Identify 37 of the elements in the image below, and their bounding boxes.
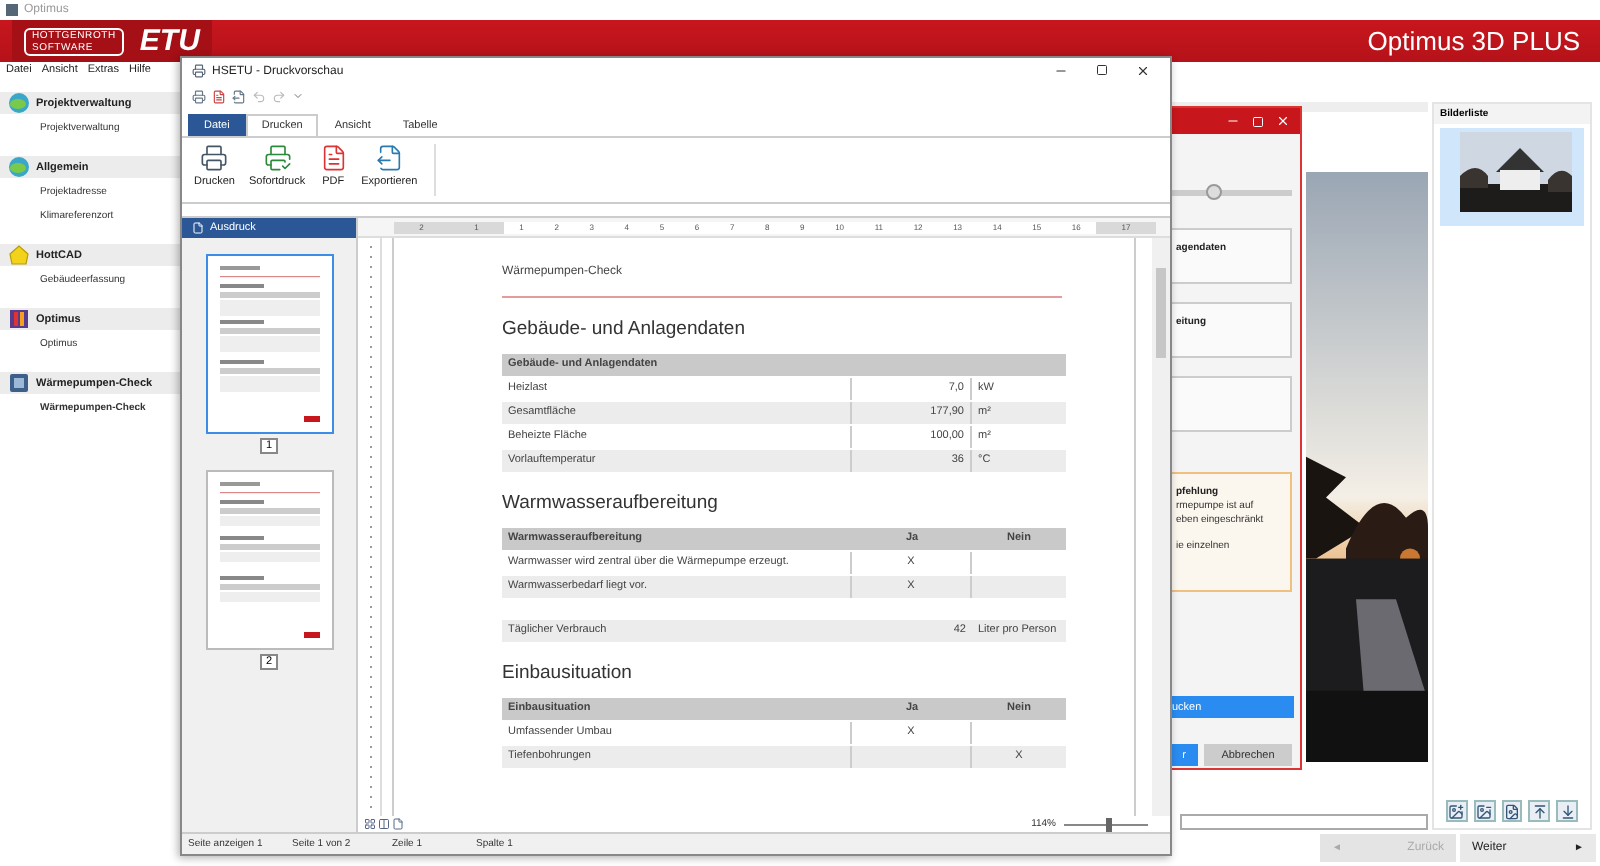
printer-icon <box>200 144 229 172</box>
app-icon <box>6 4 18 16</box>
page-icon[interactable] <box>392 818 404 830</box>
slider-thumb[interactable] <box>1206 184 1223 200</box>
globe-icon <box>8 92 30 114</box>
view-icon[interactable] <box>378 818 390 830</box>
product-name: Optimus 3D PLUS <box>1367 26 1580 56</box>
export-icon[interactable] <box>232 89 246 103</box>
minimize-icon[interactable] <box>1226 114 1240 128</box>
remove-picture-button[interactable] <box>1473 800 1496 822</box>
logo-mark: ETU <box>139 24 200 58</box>
globe-icon <box>8 156 30 178</box>
section-heading: Einbausituation <box>502 662 634 684</box>
book-icon <box>8 308 30 330</box>
move-down-button[interactable] <box>1556 800 1578 822</box>
picture-file-button[interactable] <box>1501 800 1523 822</box>
pdf-file-icon[interactable] <box>212 89 226 103</box>
printer-check-icon <box>263 144 292 172</box>
device-icon <box>8 372 30 394</box>
section-heading: Warmwasseraufbereitung <box>502 492 720 514</box>
close-icon[interactable] <box>1136 64 1150 78</box>
view-icon[interactable] <box>364 818 376 830</box>
printer-icon[interactable] <box>192 89 206 103</box>
minimize-icon[interactable] <box>1054 64 1068 78</box>
input-field[interactable] <box>1180 814 1428 830</box>
page-icon <box>192 222 204 234</box>
printer-icon <box>192 64 206 78</box>
picture-item[interactable] <box>1440 128 1584 226</box>
section-heading: Gebäude- und Anlagendaten <box>502 318 747 340</box>
zoom-thumb[interactable] <box>1106 817 1112 831</box>
pdf-file-icon <box>319 144 348 172</box>
maximize-icon[interactable] <box>1096 64 1108 76</box>
export-icon <box>375 144 404 172</box>
move-up-button[interactable] <box>1528 800 1551 822</box>
scrollbar[interactable] <box>1152 238 1170 816</box>
add-picture-button[interactable] <box>1446 800 1468 822</box>
house-icon <box>8 244 30 266</box>
